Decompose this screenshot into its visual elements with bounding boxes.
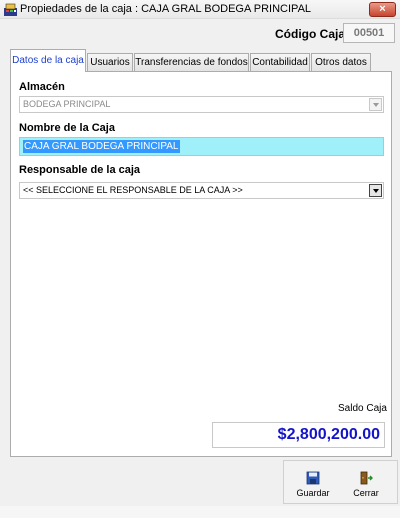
title-bar: Propiedades de la caja : CAJA GRAL BODEG… [0,0,400,19]
responsable-label: Responsable de la caja [19,164,141,176]
cerrar-button[interactable]: Cerrar [346,461,386,503]
tab-datos-caja[interactable]: Datos de la caja [10,49,86,72]
bottom-toolbar: Guardar Cerrar [283,460,398,504]
chevron-down-icon [369,98,382,111]
close-window-button[interactable]: × [369,2,396,17]
saldo-caja-label: Saldo Caja [338,403,387,414]
cash-register-icon [3,2,18,17]
guardar-label: Guardar [296,488,330,498]
tab-otros-datos[interactable]: Otros datos [311,53,371,71]
responsable-value: << SELECCIONE EL RESPONSABLE DE LA CAJA … [23,185,243,195]
window-title: Propiedades de la caja : CAJA GRAL BODEG… [20,3,312,15]
status-strip [0,506,400,518]
exit-door-icon [360,471,373,485]
guardar-button[interactable]: Guardar [293,461,333,503]
tab-panel-datos-caja: Almacén BODEGA PRINCIPAL Nombre de la Ca… [10,71,392,457]
nombre-caja-input[interactable]: CAJA GRAL BODEGA PRINCIPAL [19,137,384,156]
almacen-value: BODEGA PRINCIPAL [23,99,111,109]
nombre-caja-label: Nombre de la Caja [19,122,115,134]
tab-transferencias[interactable]: Transferencias de fondos [134,53,249,71]
tab-contabilidad[interactable]: Contabilidad [250,53,310,71]
saldo-caja-value: $2,800,200.00 [212,422,385,448]
nombre-caja-value: CAJA GRAL BODEGA PRINCIPAL [23,140,180,153]
floppy-disk-icon [306,471,320,485]
close-icon: × [379,3,386,15]
tab-usuarios[interactable]: Usuarios [87,53,133,71]
almacen-label: Almacén [19,81,65,93]
chevron-down-icon [369,184,382,197]
codigo-caja-label: Código Caja [275,27,346,41]
codigo-caja-field: 00501 [343,23,395,43]
responsable-select[interactable]: << SELECCIONE EL RESPONSABLE DE LA CAJA … [19,182,384,199]
almacen-select[interactable]: BODEGA PRINCIPAL [19,96,384,113]
cerrar-label: Cerrar [353,488,379,498]
